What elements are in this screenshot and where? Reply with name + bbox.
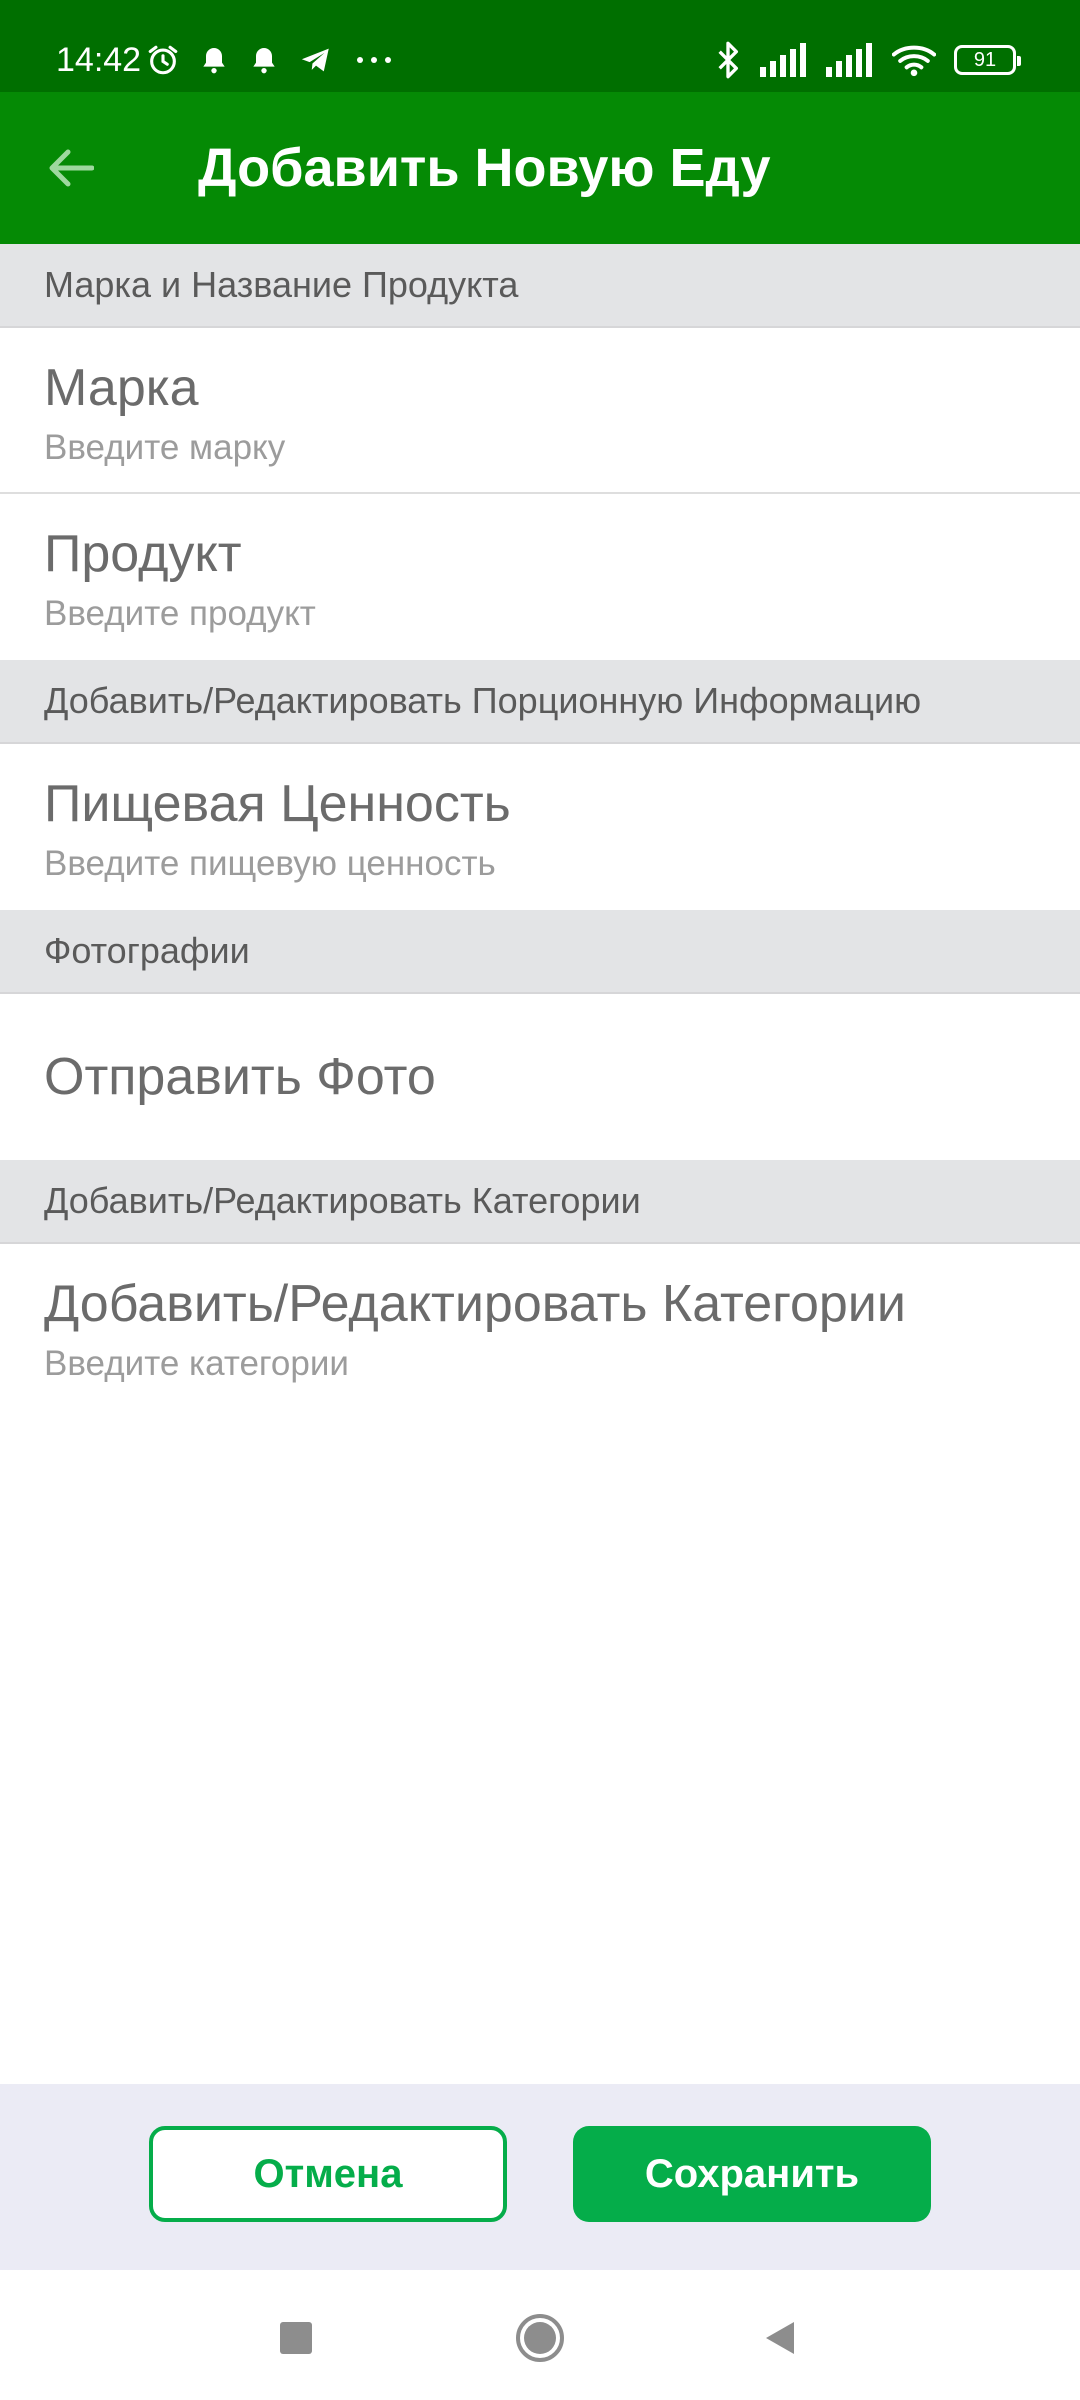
alarm-icon: [148, 45, 178, 75]
bell-icon: [253, 48, 275, 74]
status-icons-left: [146, 38, 396, 82]
status-time: 14:42: [56, 41, 142, 79]
section-header-serving: Добавить/Редактировать Порционную Информ…: [0, 660, 1080, 744]
system-nav-bar: [0, 2270, 1080, 2400]
arrow-back-icon: [49, 149, 94, 187]
back-triangle-icon: [766, 2322, 794, 2354]
page-title: Добавить Новую Еду: [198, 138, 771, 198]
recents-square-icon: [280, 2322, 312, 2354]
product-field[interactable]: Продукт Введите продукт: [0, 494, 1080, 660]
home-button[interactable]: [500, 2298, 580, 2378]
recents-button[interactable]: [256, 2298, 336, 2378]
telegram-icon: [301, 48, 329, 72]
more-dots-icon: [357, 57, 391, 63]
status-bar: 14:42 91: [0, 0, 1080, 92]
nutrition-field-placeholder: Введите пищевую ценность: [44, 844, 496, 883]
categories-field-label: Добавить/Редактировать Категории: [44, 1275, 906, 1333]
save-button[interactable]: Сохранить: [573, 2126, 931, 2222]
section-header-photos: Фотографии: [0, 910, 1080, 994]
product-field-label: Продукт: [44, 525, 242, 583]
brand-field-label: Марка: [44, 359, 199, 417]
categories-field-placeholder: Введите категории: [44, 1344, 349, 1383]
send-photo-label: Отправить Фото: [44, 1048, 436, 1106]
signal-icon: [760, 43, 806, 77]
nutrition-field[interactable]: Пищевая Ценность Введите пищевую ценност…: [0, 744, 1080, 910]
product-field-placeholder: Введите продукт: [44, 594, 316, 633]
categories-field[interactable]: Добавить/Редактировать Категории Введите…: [0, 1244, 1080, 1410]
send-photo-item[interactable]: Отправить Фото: [0, 994, 1080, 1160]
brand-field[interactable]: Марка Введите марку: [0, 328, 1080, 494]
app-bar: Добавить Новую Еду: [0, 92, 1080, 244]
brand-field-placeholder: Введите марку: [44, 428, 286, 467]
nutrition-field-label: Пищевая Ценность: [44, 775, 511, 833]
bluetooth-icon: [718, 41, 738, 79]
system-back-button[interactable]: [740, 2298, 820, 2378]
home-circle-icon: [516, 2314, 564, 2362]
section-header-brand: Марка и Название Продукта: [0, 244, 1080, 328]
bell-icon: [203, 48, 225, 74]
battery-level: 91: [973, 49, 997, 71]
signal-icon: [826, 43, 872, 77]
bottom-action-bar: Отмена Сохранить: [0, 2084, 1080, 2270]
back-button[interactable]: [30, 128, 110, 208]
wifi-icon: [892, 45, 936, 77]
battery-icon: 91: [954, 45, 1021, 75]
status-icons-right: 91: [714, 38, 1021, 82]
cancel-button[interactable]: Отмена: [149, 2126, 507, 2222]
form-content: Марка и Название Продукта Марка Введите …: [0, 244, 1080, 1410]
section-header-categories: Добавить/Редактировать Категории: [0, 1160, 1080, 1244]
